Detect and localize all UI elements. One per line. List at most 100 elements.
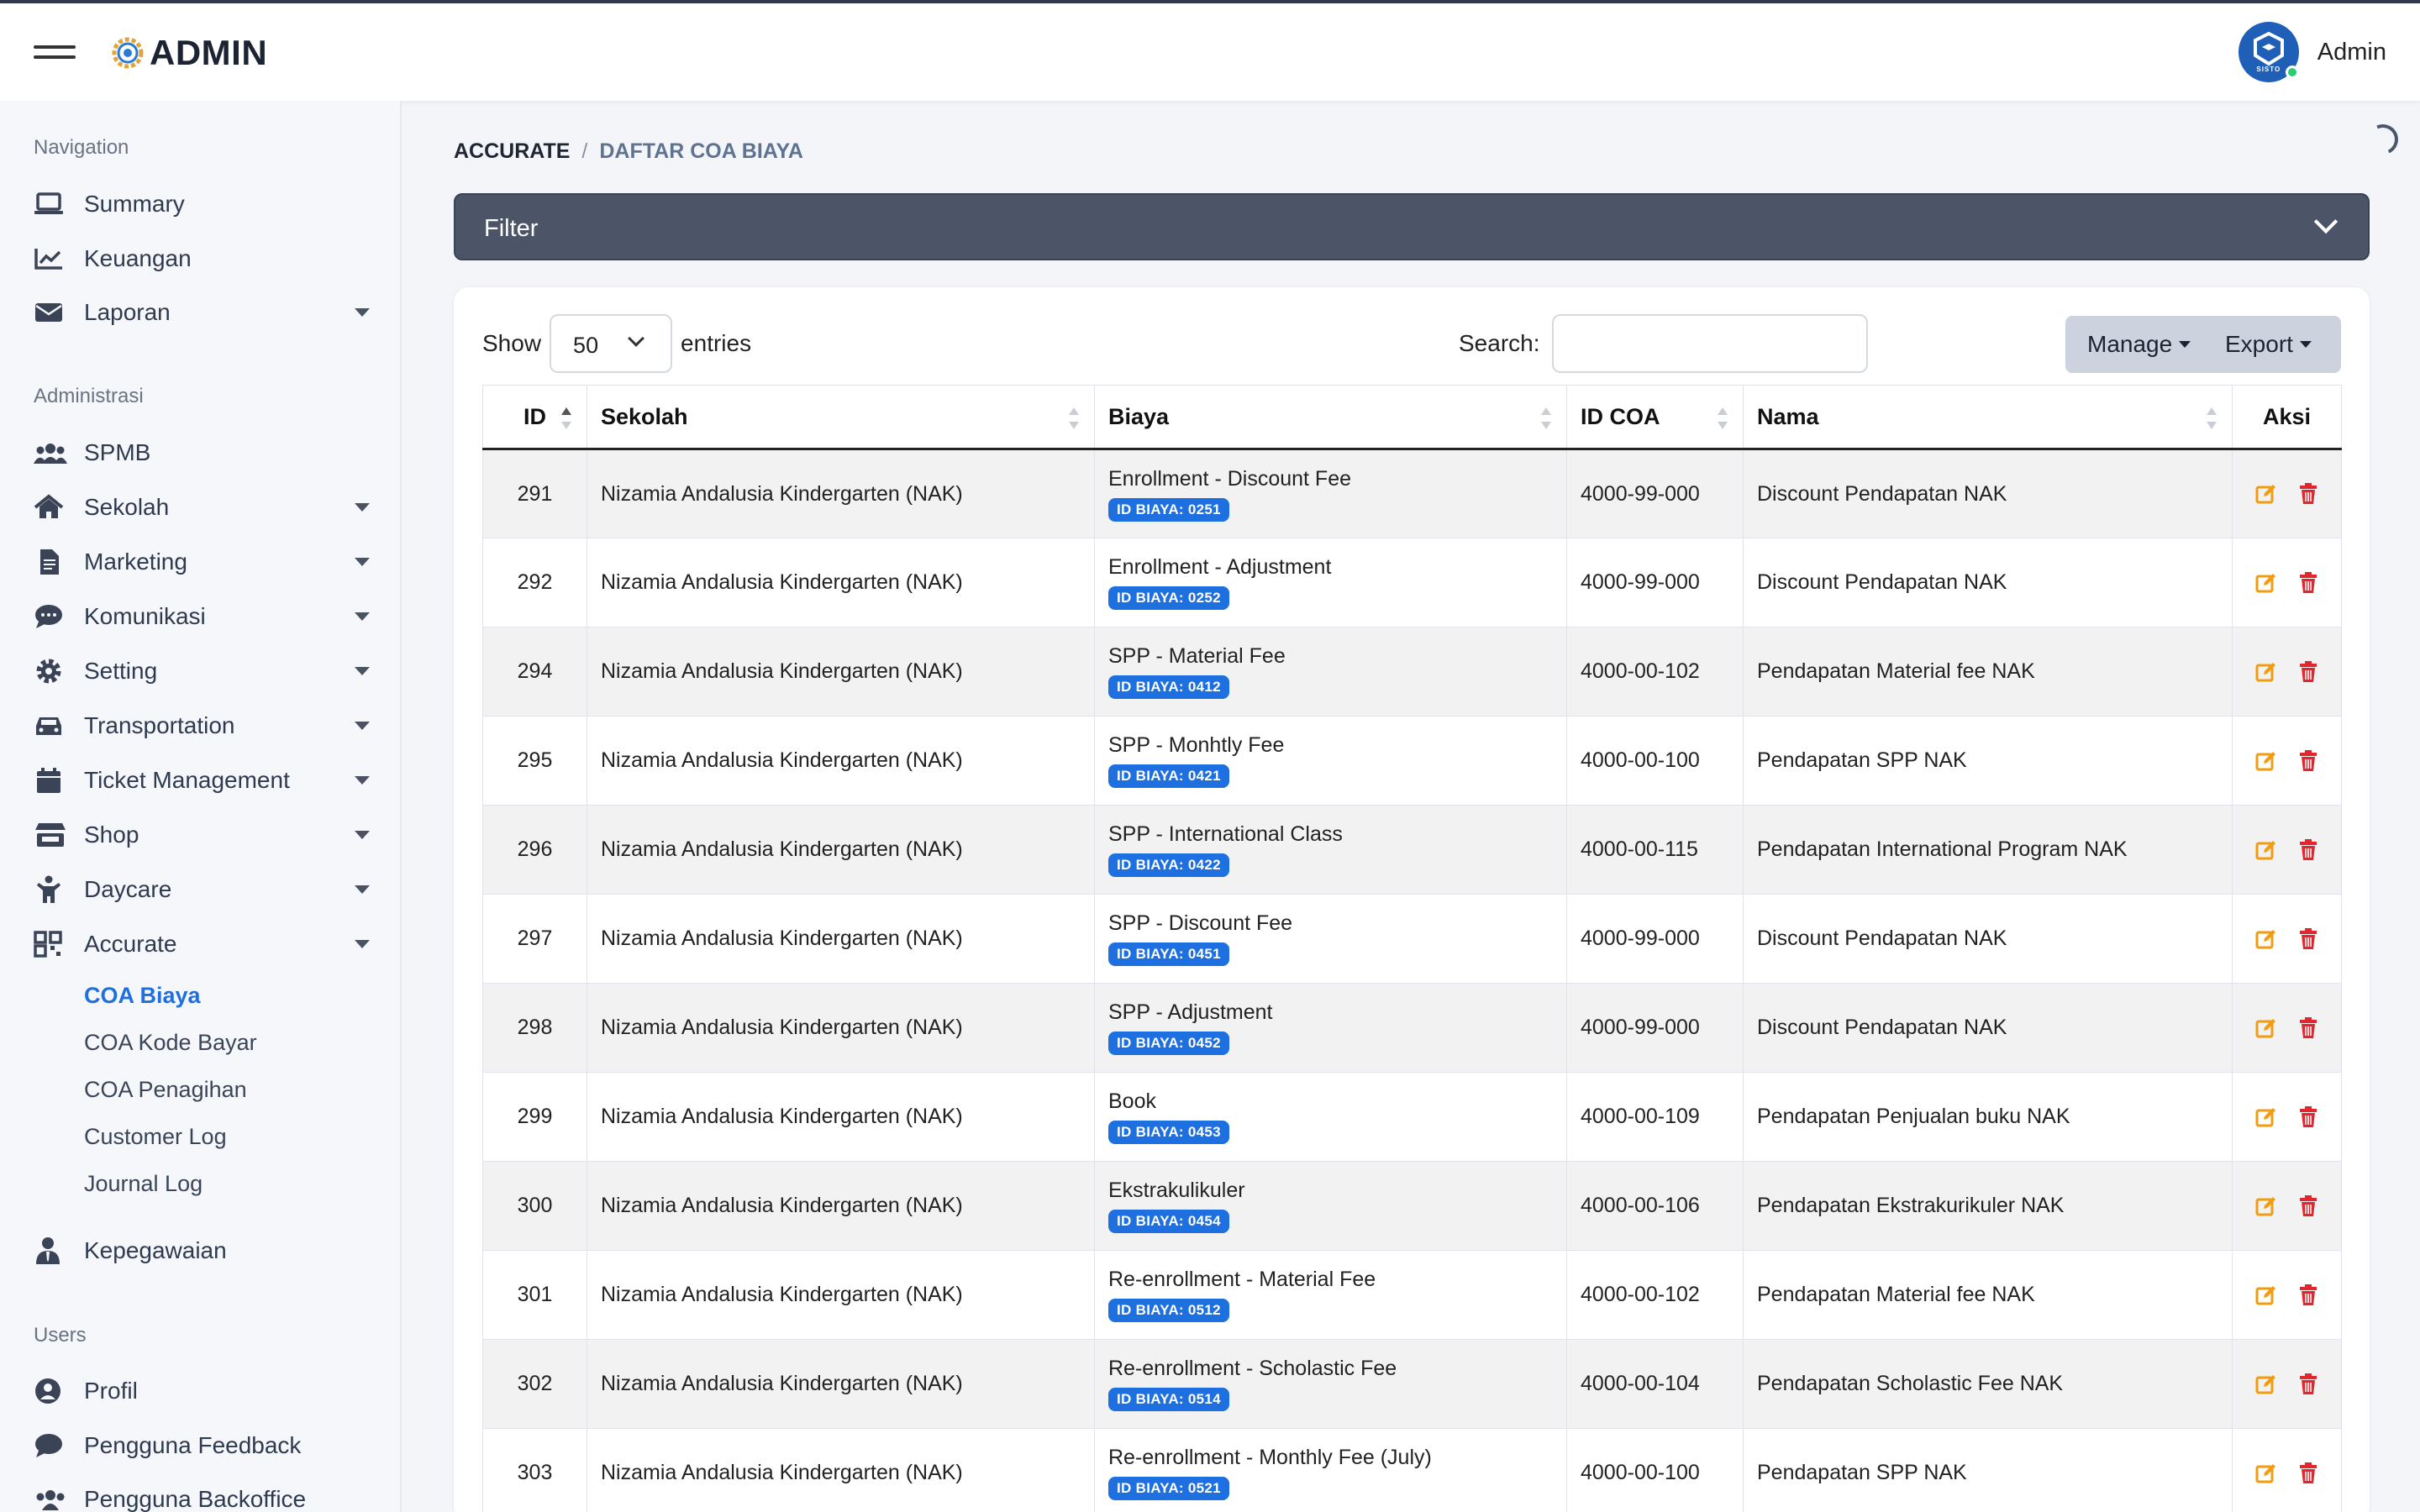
export-button[interactable]: Export [2213, 316, 2312, 373]
sort-icon [1718, 407, 1728, 429]
edit-icon[interactable] [2255, 928, 2277, 950]
cell-biaya: Re-enrollment - Material Fee ID BIAYA: 05… [1094, 1250, 1567, 1340]
cell-sekolah: Nizamia Andalusia Kindergarten (NAK) [587, 716, 1095, 806]
trash-icon[interactable] [2297, 483, 2319, 505]
sidebar-subitem-coa-kode-bayar[interactable]: COA Kode Bayar [84, 1030, 257, 1056]
section-users: Users [34, 1324, 87, 1347]
trash-icon[interactable] [2297, 1016, 2319, 1039]
cell-sekolah: Nizamia Andalusia Kindergarten (NAK) [587, 1161, 1095, 1251]
column-header-nama[interactable]: Nama [1743, 385, 2233, 450]
sidebar-item-ticket-management[interactable]: Ticket Management [34, 759, 370, 801]
edit-icon[interactable] [2255, 1284, 2277, 1306]
sidebar-subitem-customer-log[interactable]: Customer Log [84, 1124, 227, 1150]
id-biaya-badge: ID BIAYA: 0422 [1108, 853, 1229, 877]
column-header-sekolah[interactable]: Sekolah [587, 385, 1095, 450]
biaya-name: Re-enrollment - Scholastic Fee [1108, 1357, 1397, 1380]
biaya-name: Ekstrakulikuler [1108, 1179, 1245, 1202]
sidebar-subitem-journal-log[interactable]: Journal Log [84, 1171, 203, 1197]
entries-value: 50 [573, 333, 599, 358]
sidebar-item-accurate[interactable]: Accurate [34, 923, 370, 965]
sidebar-item-spmb[interactable]: SPMB [34, 432, 370, 474]
trash-icon[interactable] [2297, 838, 2319, 861]
sidebar-item-summary[interactable]: Summary [34, 183, 370, 225]
cell-id: 295 [482, 716, 587, 806]
sidebar-item-sekolah[interactable]: Sekolah [34, 486, 370, 528]
edit-icon[interactable] [2255, 1462, 2277, 1484]
trash-icon[interactable] [2297, 1462, 2319, 1484]
cell-sekolah: Nizamia Andalusia Kindergarten (NAK) [587, 449, 1095, 538]
cell-id: 296 [482, 805, 587, 895]
cell-sekolah: Nizamia Andalusia Kindergarten (NAK) [587, 1250, 1095, 1340]
edit-icon[interactable] [2255, 1195, 2277, 1217]
cell-aksi [2232, 627, 2342, 717]
column-header-aksi: Aksi [2232, 385, 2342, 450]
search-input[interactable] [1551, 314, 1868, 373]
column-header-biaya[interactable]: Biaya [1094, 385, 1567, 450]
show-label: Show [482, 330, 542, 356]
edit-icon[interactable] [2255, 1017, 2277, 1039]
section-navigation: Navigation [34, 136, 129, 159]
edit-icon[interactable] [2255, 1106, 2277, 1128]
cell-sekolah: Nizamia Andalusia Kindergarten (NAK) [587, 805, 1095, 895]
sidebar-item-label: Kepegawaian [84, 1237, 227, 1263]
sidebar-item-transportation[interactable]: Transportation [34, 705, 370, 747]
table-row: 297 Nizamia Andalusia Kindergarten (NAK) S… [482, 894, 2342, 984]
edit-icon[interactable] [2255, 750, 2277, 772]
trash-icon[interactable] [2297, 1194, 2319, 1217]
sidebar-item-label: Ticket Management [84, 767, 290, 793]
file-icon [34, 547, 67, 577]
cell-id-coa: 4000-99-000 [1566, 449, 1744, 538]
sidebar-subitem-coa-biaya[interactable]: COA Biaya [84, 983, 201, 1009]
cell-sekolah: Nizamia Andalusia Kindergarten (NAK) [587, 1339, 1095, 1429]
cell-nama: Pendapatan Penjualan buku NAK [1743, 1072, 2233, 1162]
column-header-id[interactable]: ID [482, 385, 587, 450]
edit-icon[interactable] [2255, 483, 2277, 505]
trash-icon[interactable] [2297, 571, 2319, 594]
cell-sekolah: Nizamia Andalusia Kindergarten (NAK) [587, 894, 1095, 984]
hamburger-icon[interactable] [34, 45, 76, 62]
table-row: 300 Nizamia Andalusia Kindergarten (NAK) E… [482, 1161, 2342, 1251]
sidebar-item-pengguna-backoffice[interactable]: Pengguna Backoffice [34, 1478, 370, 1512]
sidebar-item-komunikasi[interactable]: Komunikasi [34, 596, 370, 638]
brand[interactable]: ADMIN [109, 32, 267, 74]
id-biaya-badge: ID BIAYA: 0512 [1108, 1299, 1229, 1322]
user-menu[interactable]: SISTO Admin [2238, 22, 2386, 82]
cell-sekolah: Nizamia Andalusia Kindergarten (NAK) [587, 627, 1095, 717]
sidebar-item-laporan[interactable]: Laporan [34, 291, 370, 333]
sidebar-item-label: Setting [84, 658, 158, 684]
trash-icon[interactable] [2297, 660, 2319, 683]
column-header-id-coa[interactable]: ID COA [1566, 385, 1744, 450]
table-row: 298 Nizamia Andalusia Kindergarten (NAK) S… [482, 983, 2342, 1073]
manage-button[interactable]: Manage [2065, 316, 2213, 373]
cell-id: 300 [482, 1161, 587, 1251]
sidebar-item-keuangan[interactable]: Keuangan [34, 238, 370, 280]
edit-icon[interactable] [2255, 1373, 2277, 1395]
sidebar-item-marketing[interactable]: Marketing [34, 541, 370, 583]
cell-id-coa: 4000-00-100 [1566, 1428, 1744, 1512]
caret-down-icon [355, 940, 370, 948]
trash-icon[interactable] [2297, 927, 2319, 950]
edit-icon[interactable] [2255, 661, 2277, 683]
sidebar-item-daycare[interactable]: Daycare [34, 869, 370, 911]
sidebar-item-profil[interactable]: Profil [34, 1370, 370, 1412]
sidebar-subitem-coa-penagihan[interactable]: COA Penagihan [84, 1077, 247, 1103]
trash-icon[interactable] [2297, 749, 2319, 772]
entries-select[interactable]: 50 [550, 314, 673, 373]
breadcrumb-parent[interactable]: ACCURATE [454, 139, 570, 163]
home-icon [34, 492, 67, 522]
sidebar-item-kepegawaian[interactable]: Kepegawaian [34, 1230, 370, 1272]
cell-id-coa: 4000-00-102 [1566, 627, 1744, 717]
cell-aksi [2232, 1428, 2342, 1512]
filter-panel-toggle[interactable]: Filter [454, 193, 2370, 260]
breadcrumb: ACCURATE / DAFTAR COA BIAYA [454, 139, 803, 164]
trash-icon[interactable] [2297, 1284, 2319, 1306]
edit-icon[interactable] [2255, 839, 2277, 861]
sidebar-item-shop[interactable]: Shop [34, 814, 370, 856]
sidebar-item-pengguna-feedback[interactable]: Pengguna Feedback [34, 1425, 370, 1467]
edit-icon[interactable] [2255, 572, 2277, 594]
avatar[interactable]: SISTO [2238, 22, 2299, 82]
id-biaya-badge: ID BIAYA: 0521 [1108, 1477, 1229, 1500]
sidebar-item-setting[interactable]: Setting [34, 650, 370, 692]
trash-icon[interactable] [2297, 1105, 2319, 1128]
trash-icon[interactable] [2297, 1373, 2319, 1395]
